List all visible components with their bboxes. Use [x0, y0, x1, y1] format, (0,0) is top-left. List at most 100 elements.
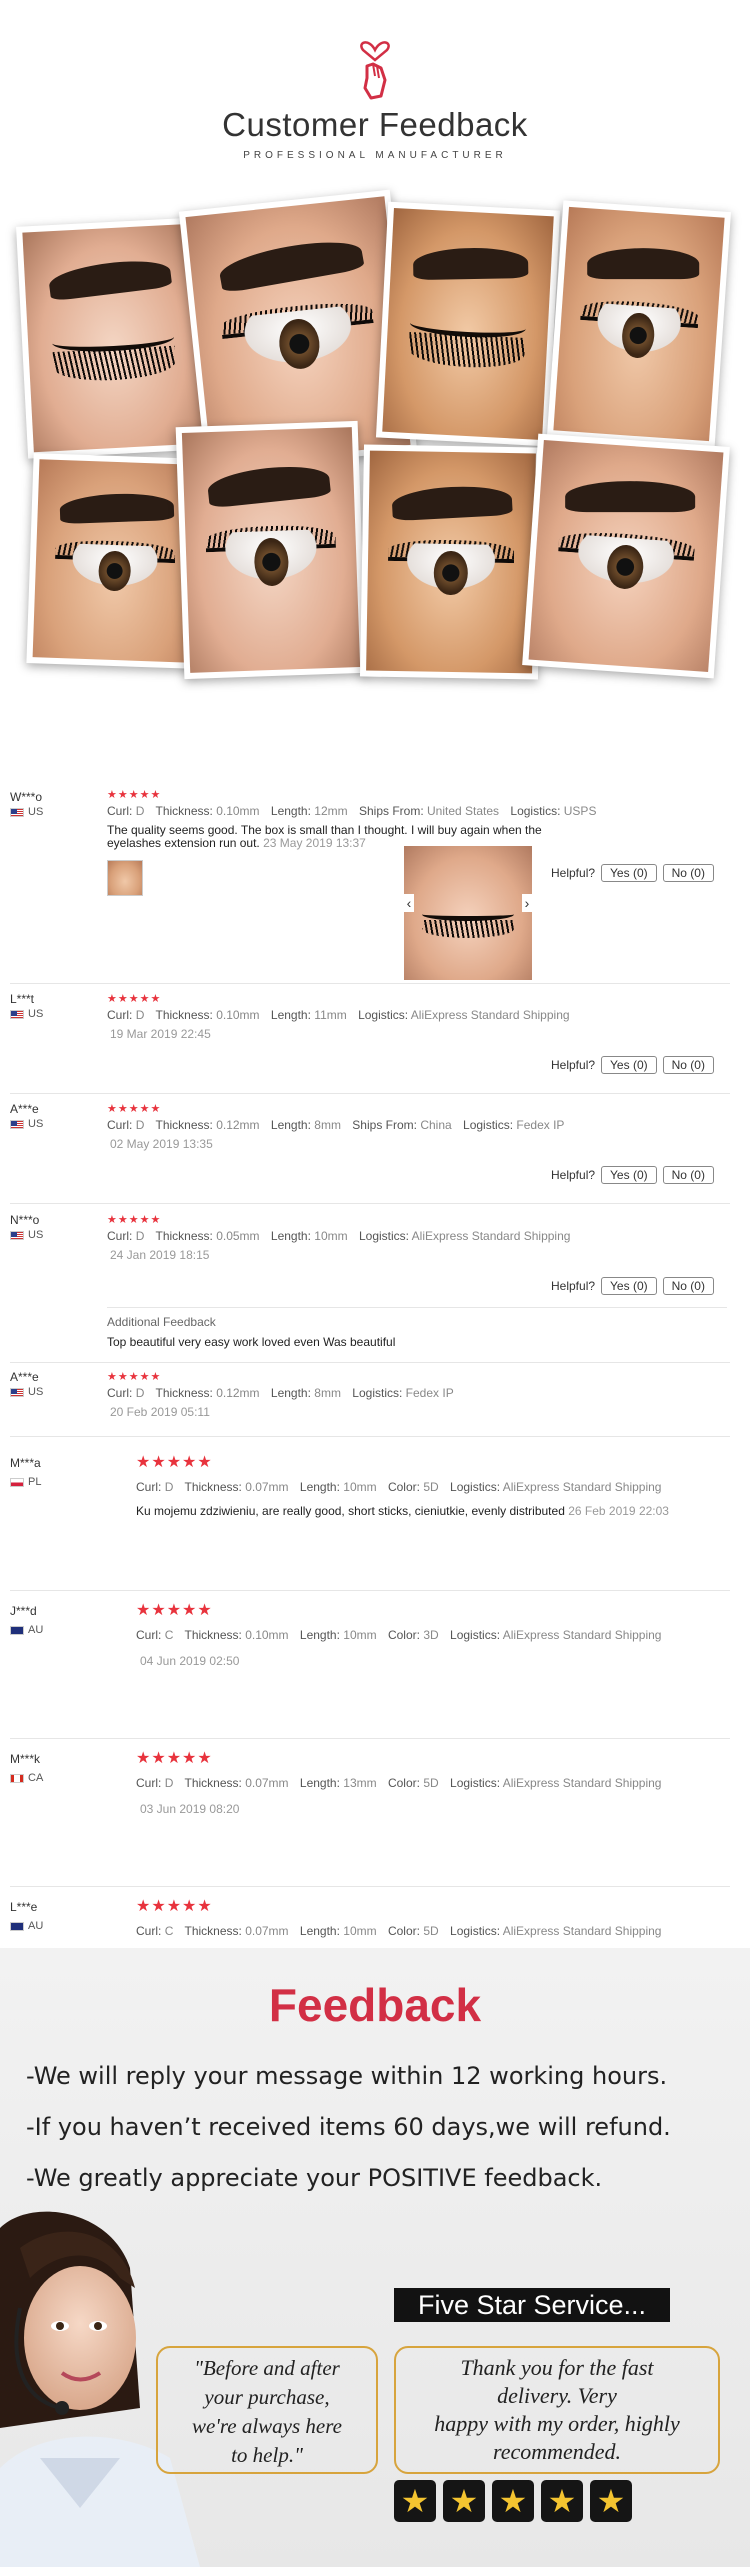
review-username: J***d [10, 1604, 37, 1618]
page-header: Customer Feedback PROFESSIONAL MANUFACTU… [0, 0, 750, 175]
page-subtitle: PROFESSIONAL MANUFACTURER [243, 150, 507, 161]
rating-stars: ★★★★★ [107, 993, 162, 1005]
helpful-yes-button[interactable]: Yes (0) [601, 1056, 657, 1074]
rating-stars: ★★★★★ [136, 1750, 213, 1767]
helpful-no-button[interactable]: No (0) [662, 1277, 714, 1295]
review-divider [10, 1203, 730, 1204]
prev-arrow-icon[interactable]: ‹ [404, 894, 414, 912]
review-item: L***t US ★★★★★ Curl: D Thickness: 0.10mm… [0, 990, 750, 1090]
review-country: US [10, 1118, 43, 1130]
page-title: Customer Feedback [222, 106, 528, 143]
review-date: 19 Mar 2019 22:45 [110, 1027, 211, 1041]
us-flag-icon [10, 1119, 24, 1129]
us-flag-icon [10, 807, 24, 817]
review-item: J***d AU ★★★★★ Curl: C Thickness: 0.10mm… [0, 1600, 750, 1740]
review-properties: Curl: D Thickness: 0.12mm Length: 8mm Lo… [107, 1386, 454, 1400]
review-divider [10, 1436, 730, 1437]
star-icon: ★ [541, 2480, 583, 2522]
helpful-no-button[interactable]: No (0) [662, 1056, 714, 1074]
review-text: eyelashes extension run out. 23 May 2019… [107, 836, 366, 850]
review-item: L***e AU ★★★★★ Curl: C Thickness: 0.07mm… [0, 1896, 750, 1946]
review-username: M***k [10, 1752, 41, 1766]
feedback-banner: Feedback -We will reply your message wit… [0, 1948, 750, 2567]
review-divider [10, 1093, 730, 1094]
rating-stars: ★★★★★ [107, 789, 162, 801]
review-divider [10, 983, 730, 984]
review-item: M***a PL ★★★★★ Curl: D Thickness: 0.07mm… [0, 1452, 750, 1592]
helpful-no-button[interactable]: No (0) [662, 864, 714, 882]
review-photo-preview: ‹ › [404, 846, 532, 980]
review-date: 20 Feb 2019 05:11 [110, 1405, 210, 1419]
helpful-yes-button[interactable]: Yes (0) [601, 1166, 657, 1184]
helpful-yes-button[interactable]: Yes (0) [601, 1277, 657, 1295]
review-divider [10, 1362, 730, 1363]
review-country: US [10, 806, 43, 818]
review-properties: Curl: D Thickness: 0.10mm Length: 11mm L… [107, 1008, 570, 1022]
review-item: W***o US ★★★★★ Curl: D Thickness: 0.10mm… [0, 780, 750, 980]
au-flag-icon [10, 1921, 24, 1931]
review-date: 24 Jan 2019 18:15 [110, 1248, 210, 1262]
review-username: N***o [10, 1213, 40, 1227]
quote-bubble-right: Thank you for the fast delivery. Very ha… [394, 2346, 720, 2474]
review-username: L***t [10, 992, 35, 1006]
review-item: A***e US ★★★★★ Curl: D Thickness: 0.12mm… [0, 1100, 750, 1200]
star-icon: ★ [590, 2480, 632, 2522]
helpful-section: Helpful? Yes (0) No (0) [551, 1277, 714, 1295]
review-divider [10, 1590, 730, 1591]
review-username: A***e [10, 1102, 39, 1116]
review-country: US [10, 1229, 43, 1241]
helpful-yes-button[interactable]: Yes (0) [601, 864, 657, 882]
review-username: W***o [10, 790, 43, 804]
five-star-rating: ★ ★ ★ ★ ★ [394, 2480, 632, 2522]
helpful-no-button[interactable]: No (0) [662, 1166, 714, 1184]
star-icon: ★ [492, 2480, 534, 2522]
review-properties: Curl: C Thickness: 0.10mm Length: 10mm C… [136, 1628, 662, 1642]
review-country: AU [10, 1920, 43, 1932]
review-username: L***e [10, 1900, 38, 1914]
review-properties: Curl: D Thickness: 0.10mm Length: 12mm S… [107, 804, 597, 818]
banner-line: -We will reply your message within 12 wo… [26, 2062, 668, 2090]
next-arrow-icon[interactable]: › [522, 894, 532, 912]
review-properties: Curl: D Thickness: 0.12mm Length: 8mm Sh… [107, 1118, 565, 1132]
review-date: 02 May 2019 13:35 [110, 1137, 213, 1151]
review-country: PL [10, 1476, 41, 1488]
review-username: A***e [10, 1370, 39, 1384]
review-date: 03 Jun 2019 08:20 [140, 1802, 240, 1816]
review-date: 23 May 2019 13:37 [263, 836, 366, 850]
review-item: A***e US ★★★★★ Curl: D Thickness: 0.12mm… [0, 1368, 750, 1438]
collage-photo-4 [546, 200, 732, 448]
review-properties: Curl: D Thickness: 0.07mm Length: 13mm C… [136, 1776, 662, 1790]
five-star-service-label: Five Star Service... [394, 2288, 670, 2322]
collage-photo-8 [522, 433, 730, 679]
rating-stars: ★★★★★ [136, 1602, 213, 1619]
review-date: 04 Jun 2019 02:50 [140, 1654, 240, 1668]
rating-stars: ★★★★★ [107, 1371, 162, 1383]
additional-feedback-divider [107, 1307, 727, 1308]
collage-photo-6 [175, 420, 367, 680]
collage-photo-1 [16, 217, 210, 459]
au-flag-icon [10, 1625, 24, 1635]
banner-line: -We greatly appreciate your POSITIVE fee… [26, 2164, 603, 2192]
helpful-section: Helpful? Yes (0) No (0) [551, 864, 714, 882]
pl-flag-icon [10, 1477, 24, 1487]
review-date: 26 Feb 2019 22:03 [568, 1504, 669, 1518]
additional-feedback-label: Additional Feedback [107, 1315, 216, 1329]
banner-line: -If you haven’t received items 60 days,w… [26, 2113, 671, 2141]
helpful-section: Helpful? Yes (0) No (0) [551, 1166, 714, 1184]
review-text: The quality seems good. The box is small… [107, 823, 542, 837]
review-item: M***k CA ★★★★★ Curl: D Thickness: 0.07mm… [0, 1748, 750, 1888]
review-username: M***a [10, 1456, 41, 1470]
rating-stars: ★★★★★ [136, 1898, 213, 1915]
review-text: Ku mojemu zdziwieniu, are really good, s… [136, 1504, 669, 1518]
rating-stars: ★★★★★ [107, 1214, 162, 1226]
review-properties: Curl: D Thickness: 0.07mm Length: 10mm C… [136, 1480, 662, 1494]
review-item: N***o US ★★★★★ Curl: D Thickness: 0.05mm… [0, 1211, 750, 1361]
review-divider [10, 1886, 730, 1887]
review-photo-thumbnail[interactable] [107, 860, 143, 896]
review-country: US [10, 1386, 43, 1398]
star-icon: ★ [443, 2480, 485, 2522]
heart-hand-icon [360, 41, 390, 100]
collage-photo-7 [359, 444, 543, 680]
rating-stars: ★★★★★ [136, 1454, 213, 1471]
us-flag-icon [10, 1009, 24, 1019]
